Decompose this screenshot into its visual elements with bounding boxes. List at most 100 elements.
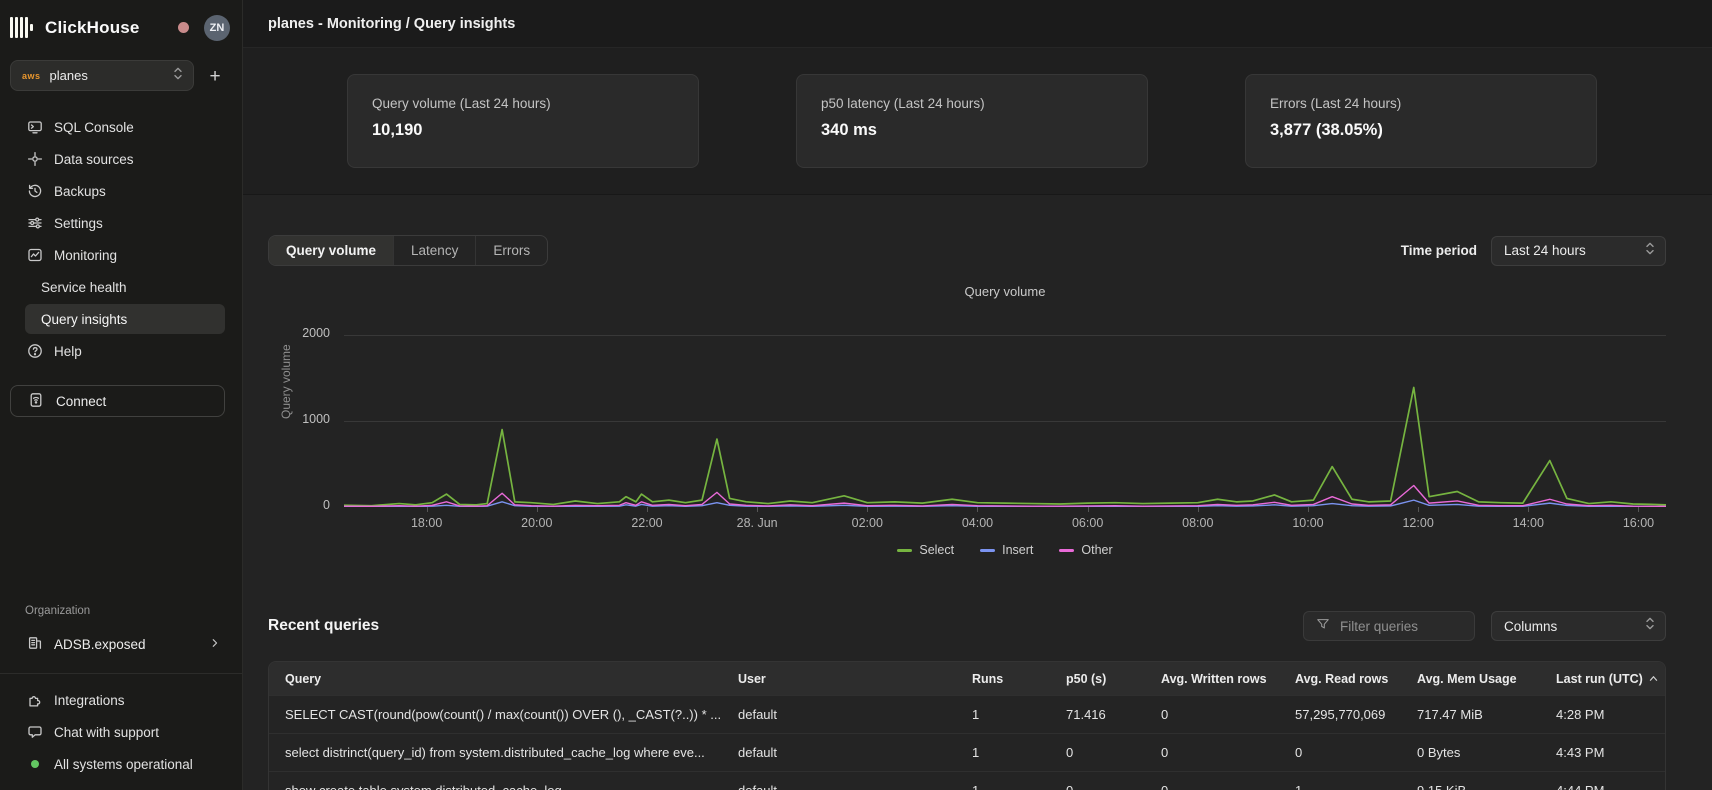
sidebar-item-service-health[interactable]: Service health bbox=[0, 271, 242, 303]
tab-latency[interactable]: Latency bbox=[394, 236, 476, 265]
time-period-label: Time period bbox=[1401, 243, 1477, 258]
column-header-last-run-utc-[interactable]: Last run (UTC) bbox=[1540, 662, 1665, 695]
table-cell: 4:44 PM bbox=[1540, 772, 1665, 790]
table-row[interactable]: show create table system.distributed_cac… bbox=[269, 771, 1665, 790]
table-cell: 0 bbox=[1050, 734, 1145, 771]
table-cell: 1 bbox=[1279, 772, 1401, 790]
legend-label: Insert bbox=[1002, 543, 1033, 557]
x-tick-mark bbox=[1088, 507, 1089, 512]
tab-query-volume[interactable]: Query volume bbox=[269, 236, 394, 265]
queries-table: QueryUserRunsp50 (s)Avg. Written rowsAvg… bbox=[268, 661, 1666, 790]
stat-card-value: 3,877 (38.05%) bbox=[1270, 121, 1572, 140]
sidebar-item-monitoring[interactable]: Monitoring bbox=[0, 239, 242, 271]
sidebar-item-backups[interactable]: Backups bbox=[0, 175, 242, 207]
sidebar-item-integrations[interactable]: Integrations bbox=[0, 684, 242, 716]
table-cell: SELECT CAST(round(pow(count() / max(coun… bbox=[269, 696, 722, 733]
funnel-icon bbox=[1316, 617, 1330, 636]
legend-item-other[interactable]: Other bbox=[1059, 543, 1112, 557]
organization-item[interactable]: ADSB.exposed bbox=[0, 629, 242, 659]
sidebar-item-data-sources[interactable]: Data sources bbox=[0, 143, 242, 175]
table-cell: default bbox=[722, 772, 956, 790]
columns-select[interactable]: Columns bbox=[1491, 611, 1666, 641]
legend-item-select[interactable]: Select bbox=[897, 543, 954, 557]
query-volume-chart-svg bbox=[344, 307, 1666, 507]
sidebar-item-query-insights[interactable]: Query insights bbox=[25, 304, 225, 334]
table-cell: 0 bbox=[1050, 772, 1145, 790]
sidebar-item-sql-console[interactable]: SQL Console bbox=[0, 111, 242, 143]
stat-card-label: Query volume (Last 24 hours) bbox=[372, 96, 674, 111]
stat-card-label: Errors (Last 24 hours) bbox=[1270, 96, 1572, 111]
sidebar-item-all-systems-operational[interactable]: All systems operational bbox=[0, 748, 242, 780]
table-cell: 1 bbox=[956, 772, 1050, 790]
main-area: planes - Monitoring / Query insights Que… bbox=[243, 0, 1712, 790]
x-tick-mark bbox=[1528, 507, 1529, 512]
column-header-avg-mem-usage[interactable]: Avg. Mem Usage bbox=[1401, 662, 1540, 695]
series-select bbox=[344, 387, 1666, 505]
organization-heading: Organization bbox=[0, 605, 242, 617]
column-header-avg-written-rows[interactable]: Avg. Written rows bbox=[1145, 662, 1279, 695]
sidebar-item-help[interactable]: Help bbox=[0, 335, 242, 367]
sidebar-item-chat-with-support[interactable]: Chat with support bbox=[0, 716, 242, 748]
x-tick-label: 22:00 bbox=[631, 516, 662, 530]
building-icon bbox=[27, 635, 43, 654]
chart-title: Query volume bbox=[344, 284, 1666, 299]
breadcrumb: planes - Monitoring / Query insights bbox=[268, 16, 515, 32]
table-cell: 1 bbox=[956, 696, 1050, 733]
column-header-user[interactable]: User bbox=[722, 662, 956, 695]
filter-queries-input[interactable] bbox=[1338, 618, 1464, 635]
connect-button[interactable]: Connect bbox=[10, 385, 225, 417]
legend-label: Other bbox=[1081, 543, 1112, 557]
y-tick-label: 2000 bbox=[302, 326, 330, 340]
table-cell: 57,295,770,069 bbox=[1279, 696, 1401, 733]
chart-tabs: Query volumeLatencyErrors bbox=[268, 235, 548, 266]
service-selector[interactable]: aws planes bbox=[10, 60, 194, 91]
x-tick-label: 12:00 bbox=[1402, 516, 1433, 530]
x-tick-mark bbox=[757, 507, 758, 512]
y-tick-label: 1000 bbox=[302, 412, 330, 426]
table-cell: select distrinct(query_id) from system.d… bbox=[269, 734, 722, 771]
table-cell: 0 bbox=[1145, 772, 1279, 790]
x-tick-mark bbox=[977, 507, 978, 512]
column-header-avg-read-rows[interactable]: Avg. Read rows bbox=[1279, 662, 1401, 695]
sidebar-header: ClickHouse ZN bbox=[0, 0, 242, 44]
sidebar-footer: IntegrationsChat with supportAll systems… bbox=[0, 684, 242, 790]
chart-plot-area bbox=[344, 307, 1666, 507]
filter-queries-box[interactable] bbox=[1303, 611, 1475, 641]
x-tick-mark bbox=[1418, 507, 1419, 512]
stepper-icon bbox=[1645, 241, 1655, 261]
sidebar-item-settings[interactable]: Settings bbox=[0, 207, 242, 239]
column-header-p50-s-[interactable]: p50 (s) bbox=[1050, 662, 1145, 695]
column-header-runs[interactable]: Runs bbox=[956, 662, 1050, 695]
sidebar-item-label: Service health bbox=[41, 280, 127, 295]
sidebar-item-label: Settings bbox=[54, 216, 103, 231]
legend-label: Select bbox=[919, 543, 954, 557]
legend-item-insert[interactable]: Insert bbox=[980, 543, 1033, 557]
integrations-icon bbox=[27, 692, 43, 708]
column-header-query[interactable]: Query bbox=[269, 662, 722, 695]
sidebar: ClickHouse ZN aws planes + SQL ConsoleDa… bbox=[0, 0, 243, 790]
table-row[interactable]: SELECT CAST(round(pow(count() / max(coun… bbox=[269, 695, 1665, 733]
table-cell: 0 bbox=[1279, 734, 1401, 771]
tab-errors[interactable]: Errors bbox=[476, 236, 547, 265]
add-service-button[interactable]: + bbox=[198, 60, 232, 91]
monitoring-icon bbox=[27, 247, 43, 263]
legend-swatch bbox=[1059, 549, 1074, 552]
x-tick-mark bbox=[867, 507, 868, 512]
stats-band: Query volume (Last 24 hours)10,190p50 la… bbox=[243, 48, 1712, 195]
table-row[interactable]: select distrinct(query_id) from system.d… bbox=[269, 733, 1665, 771]
notification-dot bbox=[178, 22, 189, 33]
x-tick-mark bbox=[647, 507, 648, 512]
sidebar-nav: SQL ConsoleData sourcesBackups Settings Mo… bbox=[0, 111, 242, 367]
clickhouse-logo-icon bbox=[10, 17, 33, 39]
time-period-select[interactable]: Last 24 hours bbox=[1491, 236, 1666, 266]
user-avatar[interactable]: ZN bbox=[204, 15, 230, 41]
chart-legend: Select Insert Other bbox=[344, 543, 1666, 557]
chart-x-ticks: 18:0020:0022:0028. Jun02:0004:0006:0008:… bbox=[344, 507, 1666, 539]
query-volume-chart: Query volume 010002000 bbox=[268, 307, 1666, 507]
x-tick-label: 18:00 bbox=[411, 516, 442, 530]
settings-icon bbox=[27, 215, 43, 231]
table-cell: 0 bbox=[1145, 696, 1279, 733]
table-cell: 4:43 PM bbox=[1540, 734, 1665, 771]
x-tick-mark bbox=[1638, 507, 1639, 512]
sidebar-item-label: Help bbox=[54, 344, 82, 359]
